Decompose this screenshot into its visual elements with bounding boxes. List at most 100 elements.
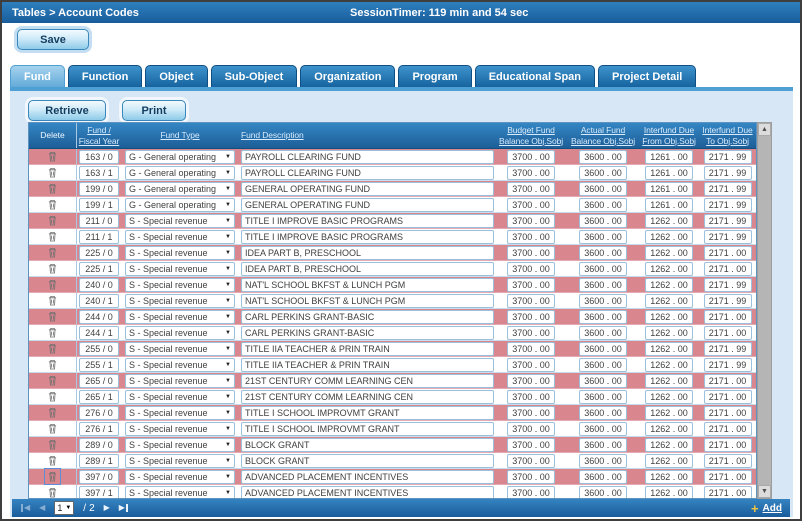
last-page-button[interactable]: ▶ (119, 504, 129, 512)
fund-description-input[interactable] (241, 277, 494, 292)
fund-description-input[interactable] (241, 405, 494, 420)
column-header-label[interactable]: Budget Fund Balance Obj.Sobj (499, 125, 563, 146)
fund-description-input[interactable] (241, 357, 494, 372)
first-page-button[interactable]: ◀ (20, 504, 30, 512)
column-header-fund[interactable]: Fund / Fiscal Year (77, 123, 121, 148)
fund-type-select[interactable]: S - Special revenue ▼ (125, 357, 235, 372)
interfund-due-to-input[interactable] (703, 149, 752, 164)
delete-row-button[interactable] (45, 293, 60, 308)
delete-row-button[interactable] (45, 245, 60, 260)
budget-fund-balance-input[interactable] (507, 245, 555, 260)
budget-fund-balance-input[interactable] (507, 293, 555, 308)
actual-fund-balance-input[interactable] (579, 245, 627, 260)
budget-fund-balance-input[interactable] (507, 341, 555, 356)
column-header-label[interactable]: Fund Type (160, 130, 199, 141)
scroll-down-icon[interactable]: ▼ (758, 485, 771, 498)
budget-fund-balance-input[interactable] (507, 373, 555, 388)
interfund-due-from-input[interactable] (645, 277, 693, 292)
interfund-due-from-input[interactable] (645, 165, 693, 180)
interfund-due-from-input[interactable] (645, 325, 693, 340)
budget-fund-balance-input[interactable] (507, 421, 555, 436)
fund-fiscal-year-input[interactable] (79, 245, 119, 260)
interfund-due-to-input[interactable] (703, 389, 752, 404)
fund-fiscal-year-input[interactable] (79, 149, 119, 164)
column-header-due_to[interactable]: Interfund Due To Obj.Sobj (699, 123, 756, 148)
fund-fiscal-year-input[interactable] (79, 373, 119, 388)
delete-row-button[interactable] (45, 373, 60, 388)
actual-fund-balance-input[interactable] (579, 309, 627, 324)
budget-fund-balance-input[interactable] (507, 261, 555, 276)
fund-description-input[interactable] (241, 165, 494, 180)
tab-fund[interactable]: Fund (10, 65, 65, 87)
tab-program[interactable]: Program (398, 65, 472, 87)
interfund-due-to-input[interactable] (703, 213, 752, 228)
tab-organization[interactable]: Organization (300, 65, 396, 87)
delete-row-button[interactable] (45, 453, 60, 468)
tab-educational-span[interactable]: Educational Span (474, 65, 596, 87)
delete-row-button[interactable] (45, 389, 60, 404)
budget-fund-balance-input[interactable] (507, 485, 555, 498)
interfund-due-from-input[interactable] (645, 469, 693, 484)
fund-fiscal-year-input[interactable] (79, 261, 119, 276)
fund-fiscal-year-input[interactable] (79, 181, 119, 196)
fund-description-input[interactable] (241, 389, 494, 404)
fund-type-select[interactable]: S - Special revenue ▼ (125, 405, 235, 420)
delete-row-button[interactable] (45, 165, 60, 180)
interfund-due-from-input[interactable] (645, 421, 693, 436)
fund-type-select[interactable]: S - Special revenue ▼ (125, 437, 235, 452)
column-header-label[interactable]: Actual Fund Balance Obj.Sobj (571, 125, 635, 146)
actual-fund-balance-input[interactable] (579, 325, 627, 340)
interfund-due-from-input[interactable] (645, 405, 693, 420)
delete-row-button[interactable] (45, 213, 60, 228)
interfund-due-from-input[interactable] (645, 309, 693, 324)
actual-fund-balance-input[interactable] (579, 357, 627, 372)
fund-description-input[interactable] (241, 261, 494, 276)
interfund-due-from-input[interactable] (645, 341, 693, 356)
fund-type-select[interactable]: S - Special revenue ▼ (125, 245, 235, 260)
budget-fund-balance-input[interactable] (507, 405, 555, 420)
actual-fund-balance-input[interactable] (579, 421, 627, 436)
fund-description-input[interactable] (241, 197, 494, 212)
interfund-due-from-input[interactable] (645, 453, 693, 468)
actual-fund-balance-input[interactable] (579, 197, 627, 212)
actual-fund-balance-input[interactable] (579, 437, 627, 452)
delete-row-button[interactable] (45, 277, 60, 292)
actual-fund-balance-input[interactable] (579, 373, 627, 388)
fund-type-select[interactable]: G - General operating ▼ (125, 149, 235, 164)
fund-description-input[interactable] (241, 149, 494, 164)
vertical-scrollbar[interactable]: ▲ ▼ (757, 122, 772, 499)
fund-fiscal-year-input[interactable] (79, 197, 119, 212)
actual-fund-balance-input[interactable] (579, 485, 627, 498)
delete-row-button[interactable] (45, 325, 60, 340)
tab-object[interactable]: Object (145, 65, 208, 87)
budget-fund-balance-input[interactable] (507, 309, 555, 324)
fund-description-input[interactable] (241, 437, 494, 452)
actual-fund-balance-input[interactable] (579, 213, 627, 228)
fund-type-select[interactable]: S - Special revenue ▼ (125, 261, 235, 276)
fund-description-input[interactable] (241, 373, 494, 388)
fund-fiscal-year-input[interactable] (79, 421, 119, 436)
budget-fund-balance-input[interactable] (507, 149, 555, 164)
fund-description-input[interactable] (241, 245, 494, 260)
delete-row-button[interactable] (45, 469, 60, 484)
fund-fiscal-year-input[interactable] (79, 213, 119, 228)
actual-fund-balance-input[interactable] (579, 389, 627, 404)
interfund-due-from-input[interactable] (645, 245, 693, 260)
interfund-due-to-input[interactable] (703, 293, 752, 308)
fund-fiscal-year-input[interactable] (79, 341, 119, 356)
interfund-due-from-input[interactable] (645, 389, 693, 404)
interfund-due-to-input[interactable] (703, 181, 752, 196)
budget-fund-balance-input[interactable] (507, 229, 555, 244)
fund-fiscal-year-input[interactable] (79, 293, 119, 308)
actual-fund-balance-input[interactable] (579, 165, 627, 180)
fund-description-input[interactable] (241, 293, 494, 308)
interfund-due-to-input[interactable] (703, 261, 752, 276)
fund-type-select[interactable]: S - Special revenue ▼ (125, 389, 235, 404)
fund-type-select[interactable]: S - Special revenue ▼ (125, 277, 235, 292)
page-number-select[interactable]: 1 ▼ (54, 501, 75, 515)
interfund-due-to-input[interactable] (703, 453, 752, 468)
delete-row-button[interactable] (45, 357, 60, 372)
column-header-label[interactable]: Interfund Due To Obj.Sobj (702, 125, 752, 146)
delete-row-button[interactable] (45, 197, 60, 212)
fund-description-input[interactable] (241, 453, 494, 468)
